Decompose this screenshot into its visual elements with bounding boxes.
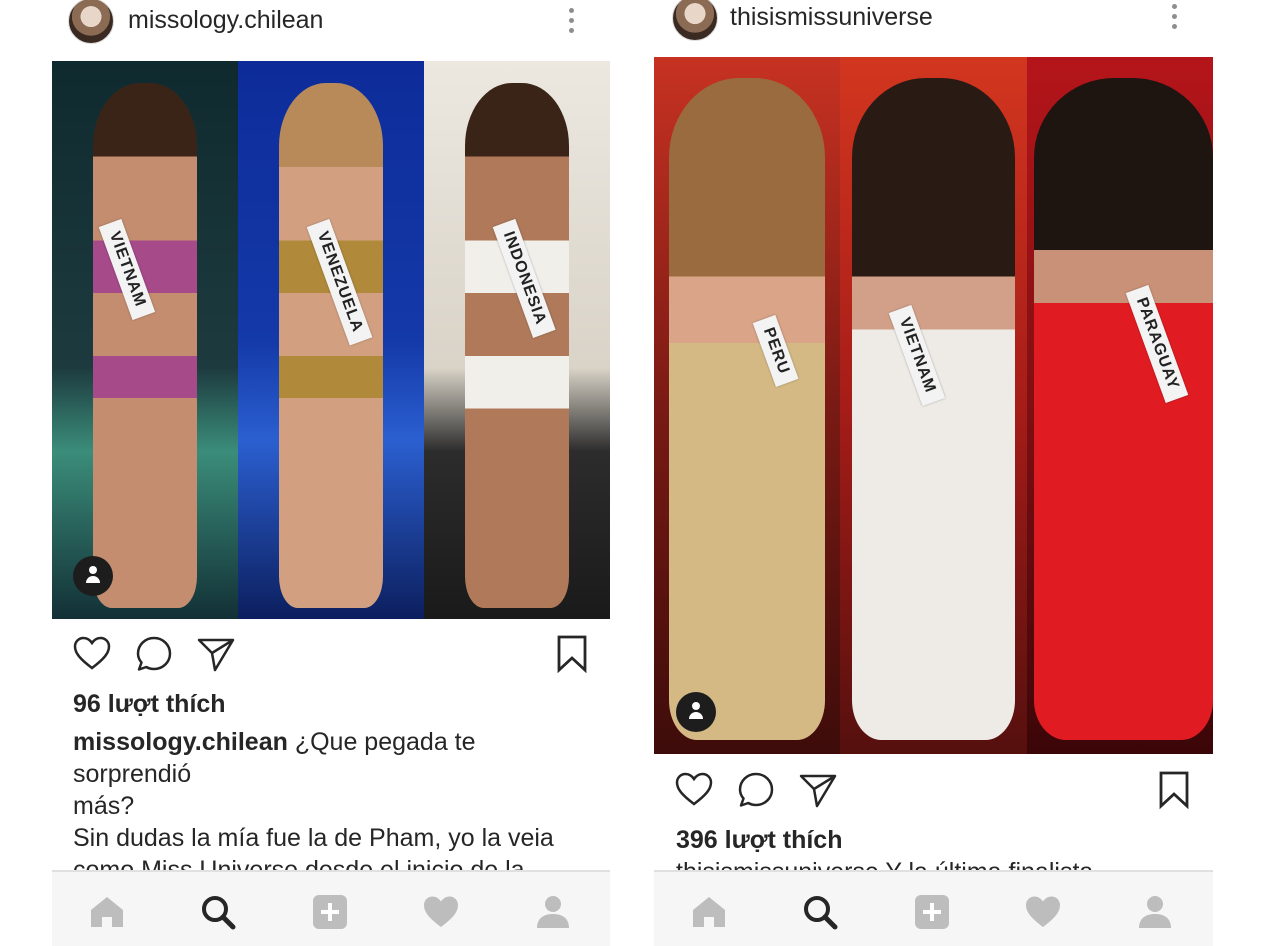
comment-icon[interactable] xyxy=(736,770,776,810)
send-icon[interactable] xyxy=(798,770,838,810)
search-icon[interactable] xyxy=(800,892,840,932)
post-header: missology.chilean xyxy=(52,0,610,50)
heart-icon[interactable] xyxy=(421,892,461,932)
avatar[interactable] xyxy=(68,0,114,44)
username[interactable]: thisismissuniverse xyxy=(730,3,933,32)
send-icon[interactable] xyxy=(196,634,236,674)
caption-text: Sin dudas la mía fue la de Pham, yo la v… xyxy=(73,824,554,852)
profile-icon[interactable] xyxy=(1135,892,1175,932)
bottom-nav xyxy=(52,870,610,946)
add-icon[interactable] xyxy=(912,892,952,932)
photo-strip: PERU xyxy=(654,57,841,754)
caption-text: más? xyxy=(73,792,135,820)
post-actions xyxy=(654,770,1213,814)
photo-strip: VENEZUELA xyxy=(238,61,424,619)
bookmark-icon[interactable] xyxy=(1154,770,1194,810)
heart-icon[interactable] xyxy=(1023,892,1063,932)
photo-strip: PARAGUAY xyxy=(1026,57,1213,754)
post-photo[interactable]: PERU VIETNAM PARAGUAY xyxy=(654,57,1213,754)
home-icon[interactable] xyxy=(689,892,729,932)
photo-strip: INDONESIA xyxy=(424,61,610,619)
post-photo[interactable]: VIETNAM VENEZUELA INDONESIA xyxy=(52,61,610,619)
bookmark-icon[interactable] xyxy=(552,634,592,674)
search-icon[interactable] xyxy=(198,892,238,932)
avatar[interactable] xyxy=(672,0,718,41)
home-icon[interactable] xyxy=(87,892,127,932)
photo-strip: VIETNAM xyxy=(52,61,238,619)
comment-icon[interactable] xyxy=(134,634,174,674)
post-left: missology.chilean VIETNAM VENEZUELA INDO… xyxy=(52,0,610,946)
more-vertical-icon[interactable] xyxy=(569,8,575,38)
post-actions xyxy=(52,634,610,678)
caption-username[interactable]: missology.chilean xyxy=(73,728,288,756)
photo-strip: VIETNAM xyxy=(840,57,1027,754)
heart-outline-icon[interactable] xyxy=(72,634,112,674)
user-tag-icon[interactable] xyxy=(73,556,113,596)
post-right: thisismissuniverse PERU VIETNAM PARAGUAY xyxy=(654,0,1213,946)
likes-count[interactable]: 96 lượt thích xyxy=(73,690,226,719)
profile-icon[interactable] xyxy=(533,892,573,932)
add-icon[interactable] xyxy=(310,892,350,932)
more-vertical-icon[interactable] xyxy=(1172,4,1178,34)
user-tag-icon[interactable] xyxy=(676,692,716,732)
likes-count[interactable]: 396 lượt thích xyxy=(676,826,842,855)
heart-outline-icon[interactable] xyxy=(674,770,714,810)
bottom-nav xyxy=(654,870,1213,946)
username[interactable]: missology.chilean xyxy=(128,6,323,35)
post-header: thisismissuniverse xyxy=(654,0,1213,50)
